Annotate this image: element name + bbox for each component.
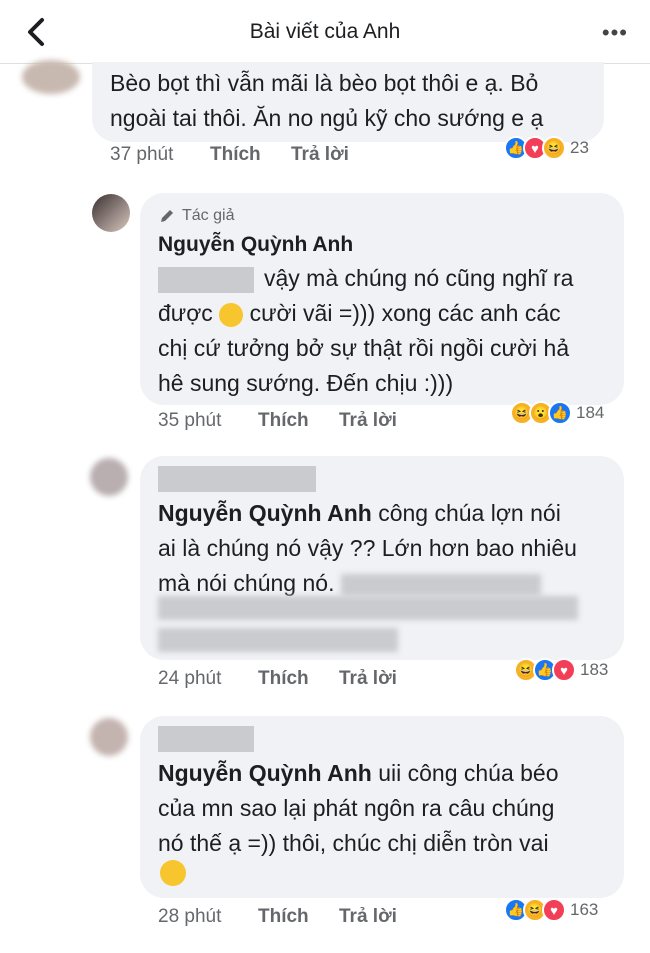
- reply-button[interactable]: Trả lời: [339, 410, 397, 432]
- comment-meta: 28 phút Thích Trả lời: [158, 906, 458, 932]
- comment-text: nó thế ạ =)) thôi, chúc chị diễn tròn va…: [158, 830, 549, 856]
- blurred-text: [158, 628, 398, 652]
- like-button[interactable]: Thích: [258, 906, 309, 928]
- avatar[interactable]: [90, 718, 128, 756]
- reaction-count: 163: [570, 900, 599, 919]
- like-button[interactable]: Thích: [258, 410, 309, 432]
- comment-bubble: Tác giả Nguyễn Quỳnh Anh vậy mà chúng nó…: [140, 193, 624, 405]
- comment-text: vậy mà chúng nó cũng nghĩ ra: [264, 265, 574, 291]
- comment-text: ngoài tai thôi. Ăn no ngủ kỹ cho sướng e…: [110, 105, 544, 131]
- timestamp: 35 phút: [158, 410, 222, 431]
- haha-icon: 😆: [542, 136, 566, 160]
- comment-text: uii công chúa béo: [378, 760, 559, 786]
- love-icon: ♥: [552, 658, 576, 682]
- comment-text: cười vãi =))) xong các anh các: [249, 300, 561, 326]
- reaction-count: 23: [570, 138, 589, 157]
- reaction-summary[interactable]: 👍 ♥ 😆 23: [504, 136, 589, 160]
- comment-text: hê sung sướng. Đến chịu :))): [158, 370, 454, 396]
- comment-meta: 24 phút Thích Trả lời: [158, 668, 458, 694]
- blurred-text: [340, 573, 541, 596]
- author-avatar[interactable]: [92, 194, 130, 232]
- comment-text: ai là chúng nó vậy ?? Lớn hơn bao nhiêu: [158, 535, 577, 561]
- reply-button[interactable]: Trả lời: [291, 144, 349, 166]
- laughing-emoji-icon: [219, 302, 244, 327]
- comment-text: công chúa lợn nói: [378, 500, 561, 526]
- comment-text: Bèo bọt thì vẫn mãi là bèo bọt thôi e ạ.…: [110, 70, 539, 96]
- reaction-summary[interactable]: 👍 😆 ♥ 163: [504, 898, 598, 922]
- pencil-icon: [161, 210, 173, 222]
- reaction-summary[interactable]: 😆 😮 👍 184: [510, 401, 604, 425]
- comment-author-name[interactable]: Nguyễn Quỳnh Anh: [158, 233, 353, 257]
- comment-meta: 35 phút Thích Trả lời: [158, 410, 458, 436]
- mention-name[interactable]: Nguyễn Quỳnh Anh: [158, 500, 372, 526]
- reply-button[interactable]: Trả lời: [339, 906, 397, 928]
- timestamp: 37 phút: [110, 144, 174, 165]
- reaction-count: 183: [580, 660, 609, 679]
- redacted-mention: [158, 266, 254, 293]
- more-options-icon[interactable]: •••: [602, 20, 628, 46]
- redacted-name: [158, 726, 254, 752]
- page-title: Bài viết của Anh: [249, 20, 401, 43]
- comment-text: mà nói chúng nó.: [158, 570, 335, 596]
- comment-text: được: [158, 300, 213, 326]
- comment-bubble: Nguyễn Quỳnh Anh uii công chúa béo của m…: [140, 716, 624, 898]
- timestamp: 24 phút: [158, 668, 222, 689]
- smile-emoji-icon: [160, 860, 186, 886]
- comment-bubble: Bèo bọt thì vẫn mãi là bèo bọt thôi e ạ.…: [92, 62, 604, 142]
- reaction-count: 184: [576, 403, 605, 422]
- redacted-name: [158, 466, 316, 492]
- comment-text: chị cứ tưởng bở sự thật rồi ngồi cười hả: [158, 335, 570, 361]
- reply-button[interactable]: Trả lời: [339, 668, 397, 690]
- comment-bubble: Nguyễn Quỳnh Anh công chúa lợn nói ai là…: [140, 456, 624, 660]
- avatar[interactable]: [22, 60, 80, 94]
- timestamp: 28 phút: [158, 906, 222, 927]
- love-icon: ♥: [542, 898, 566, 922]
- mention-name[interactable]: Nguyễn Quỳnh Anh: [158, 760, 372, 786]
- reaction-summary[interactable]: 😆 👍 ♥ 183: [514, 658, 608, 682]
- author-badge: Tác giả: [182, 207, 235, 224]
- like-icon: 👍: [548, 401, 572, 425]
- like-button[interactable]: Thích: [258, 668, 309, 690]
- comment-text: của mn sao lại phát ngôn ra câu chúng: [158, 795, 555, 821]
- like-button[interactable]: Thích: [210, 144, 261, 166]
- avatar[interactable]: [90, 458, 128, 496]
- blurred-text: [158, 596, 578, 620]
- top-bar: Bài viết của Anh •••: [0, 0, 650, 64]
